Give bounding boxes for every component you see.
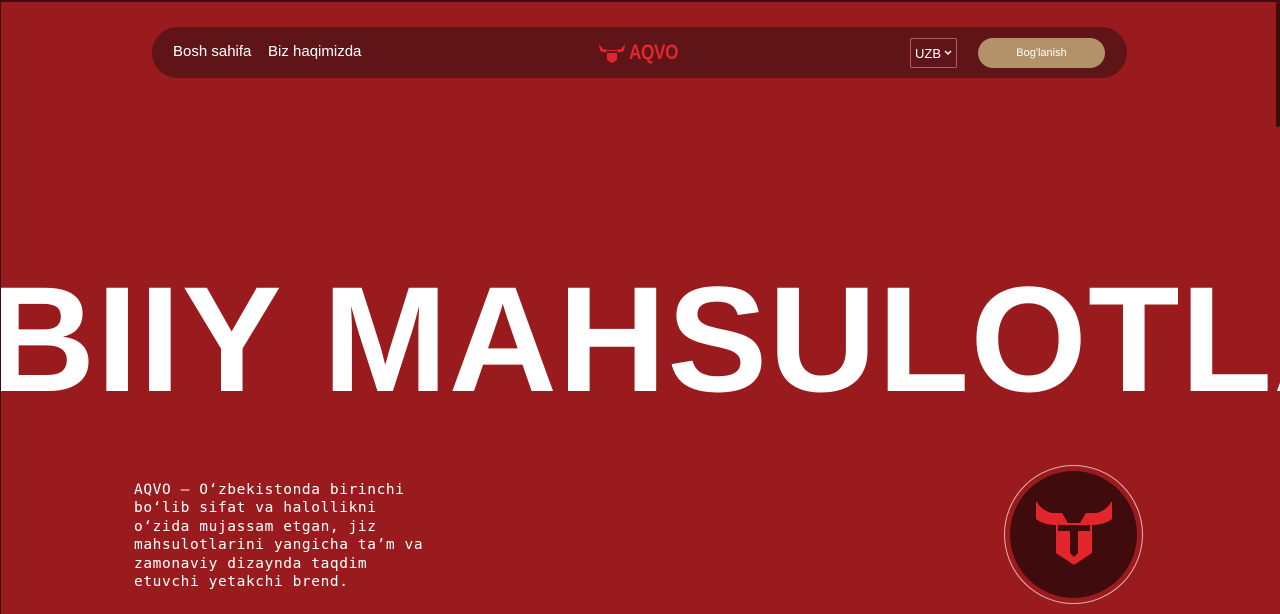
brand-badge[interactable]: [1004, 465, 1143, 604]
hero-description: AQVO – O‘zbekistonda birinchi bo‘lib sif…: [134, 482, 424, 591]
chevron-down-icon: [944, 50, 952, 56]
hero-marquee-text: BIIY MAHSULOTLA: [0, 255, 1280, 423]
navbar: Bosh sahifa Biz haqimizda AQVO UZB Bog'l…: [152, 27, 1127, 78]
nav-link-about[interactable]: Biz haqimizda: [268, 43, 361, 61]
logo[interactable]: AQVO: [598, 40, 689, 66]
contact-button[interactable]: Bog'lanish: [978, 38, 1105, 68]
language-value: UZB: [915, 45, 941, 61]
logo-text: AQVO: [629, 41, 679, 64]
scrollbar[interactable]: [1276, 2, 1280, 127]
bull-head-icon: [1035, 500, 1112, 565]
language-select[interactable]: UZB: [910, 38, 957, 68]
page: Bosh sahifa Biz haqimizda AQVO UZB Bog'l…: [0, 0, 1280, 614]
brand-badge-inner: [1010, 471, 1137, 598]
bull-head-icon: [599, 44, 625, 63]
nav-link-home[interactable]: Bosh sahifa: [173, 43, 251, 61]
